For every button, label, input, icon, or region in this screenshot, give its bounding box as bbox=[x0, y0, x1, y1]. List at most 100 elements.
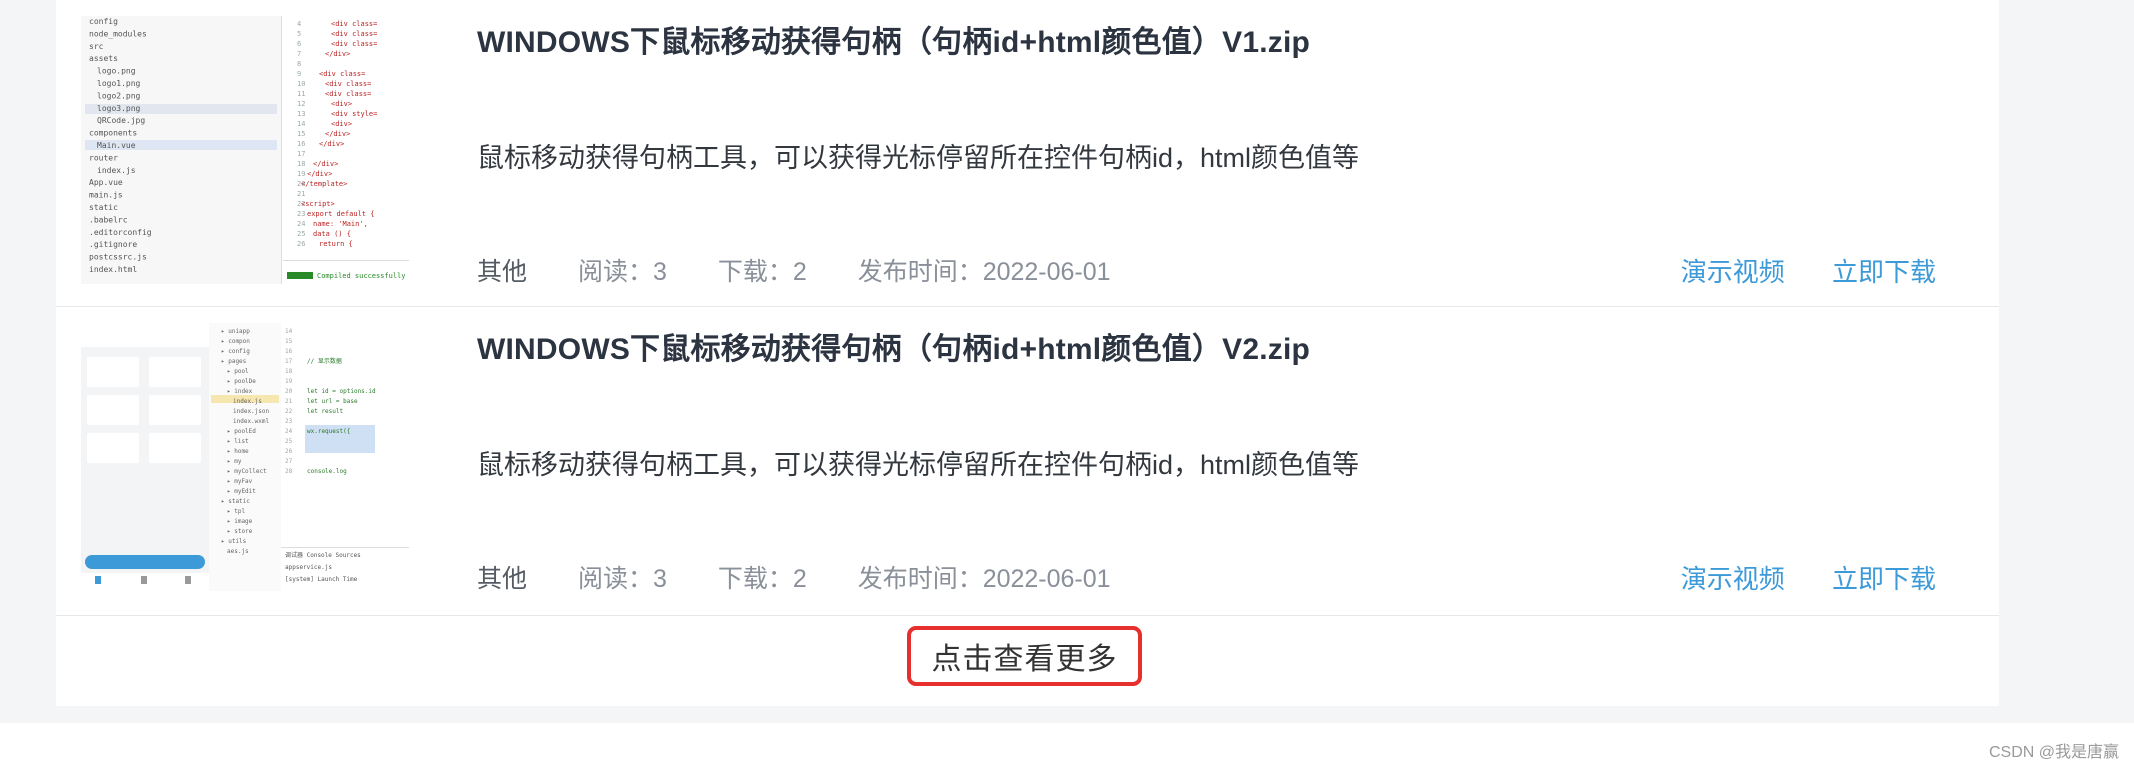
category-label: 其他 bbox=[477, 258, 528, 286]
svg-text:调试器 Console Sources: 调试器 Console Sources bbox=[285, 551, 361, 559]
svg-text:5: 5 bbox=[297, 30, 301, 38]
file-tree-entry: postcssrc.js bbox=[89, 253, 147, 262]
svg-text:11: 11 bbox=[297, 90, 305, 98]
svg-text:data () {: data () { bbox=[313, 230, 351, 238]
svg-text:▸ uniapp: ▸ uniapp bbox=[221, 328, 250, 335]
page-footer: CSDN @我是唐赢 bbox=[0, 723, 2134, 766]
file-tree-entry: logo3.png bbox=[97, 104, 141, 113]
resource-title[interactable]: WINDOWS下鼠标移动获得句柄（句柄id+html颜色值）V1.zip bbox=[477, 17, 1310, 61]
svg-text:return {: return { bbox=[319, 240, 353, 248]
file-tree-entry: static bbox=[89, 203, 118, 212]
svg-text:▸ tpl: ▸ tpl bbox=[227, 508, 245, 515]
svg-text:name: 'Main',: name: 'Main', bbox=[313, 220, 368, 228]
resource-meta: 其他 阅读：3 下载：2 发布时间：2022-06-01 bbox=[477, 252, 1155, 288]
svg-text:▸ myCollect: ▸ myCollect bbox=[227, 468, 267, 475]
resource-title[interactable]: WINDOWS下鼠标移动获得句柄（句柄id+html颜色值）V2.zip bbox=[477, 324, 1310, 368]
download-count: 下载：2 bbox=[717, 565, 807, 593]
svg-text:aes.js: aes.js bbox=[227, 548, 249, 555]
svg-text:</div>: </div> bbox=[307, 170, 332, 178]
demo-video-link[interactable]: 演示视频 bbox=[1681, 564, 1785, 594]
svg-text:15: 15 bbox=[285, 338, 293, 345]
svg-text:▸ my: ▸ my bbox=[227, 458, 242, 465]
svg-text:15: 15 bbox=[297, 130, 305, 138]
svg-text:18: 18 bbox=[285, 368, 293, 375]
file-tree-entry: QRCode.jpg bbox=[97, 116, 145, 125]
download-count: 下载：2 bbox=[717, 258, 807, 286]
publish-date: 发布时间：2022-06-01 bbox=[857, 258, 1111, 286]
svg-text:8: 8 bbox=[297, 60, 301, 68]
svg-text:13: 13 bbox=[297, 110, 305, 118]
load-more-button[interactable]: 点击查看更多 bbox=[907, 626, 1142, 686]
svg-text:23: 23 bbox=[285, 418, 293, 425]
svg-text:let result: let result bbox=[307, 408, 344, 415]
svg-text:21: 21 bbox=[285, 398, 293, 405]
svg-text:▸ pages: ▸ pages bbox=[221, 358, 247, 365]
svg-text:▸ poolDe: ▸ poolDe bbox=[227, 378, 256, 385]
svg-text:▸ static: ▸ static bbox=[221, 498, 250, 505]
svg-text:6: 6 bbox=[297, 40, 301, 48]
file-tree-entry: logo2.png bbox=[97, 91, 141, 100]
resource-description: 鼠标移动获得句柄工具，可以获得光标停留所在控件句柄id，html颜色值等 bbox=[477, 450, 1360, 480]
svg-text:7: 7 bbox=[297, 50, 301, 58]
read-count: 阅读：3 bbox=[577, 565, 667, 593]
file-tree-entry: components bbox=[89, 129, 137, 138]
svg-text:Compiled successfully: Compiled successfully bbox=[317, 272, 406, 280]
svg-text:▸ utils: ▸ utils bbox=[221, 538, 247, 545]
svg-text:let url = base: let url = base bbox=[307, 398, 358, 405]
svg-text:16: 16 bbox=[297, 140, 305, 148]
svg-text:index.js: index.js bbox=[233, 398, 262, 405]
svg-text:19: 19 bbox=[297, 170, 305, 178]
svg-text:28: 28 bbox=[285, 468, 293, 475]
svg-text:25: 25 bbox=[285, 438, 293, 445]
resource-list-card: config node_modules src assets logo.png logo1… bbox=[56, 0, 1999, 706]
download-now-link[interactable]: 立即下载 bbox=[1832, 564, 1936, 594]
file-tree-entry: App.vue bbox=[89, 178, 123, 187]
svg-text:console.log: console.log bbox=[307, 468, 347, 475]
file-tree-entry: logo1.png bbox=[97, 79, 141, 88]
resource-description: 鼠标移动获得句柄工具，可以获得光标停留所在控件句柄id，html颜色值等 bbox=[477, 143, 1360, 173]
file-tree-entry: index.js bbox=[97, 166, 136, 175]
demo-video-link[interactable]: 演示视频 bbox=[1681, 257, 1785, 287]
svg-text:<div class=: <div class= bbox=[319, 70, 365, 78]
svg-text:<div class=: <div class= bbox=[331, 20, 377, 28]
svg-text:</div>: </div> bbox=[325, 50, 350, 58]
file-tree-entry: .babelrc bbox=[89, 215, 128, 224]
svg-text:<div class=: <div class= bbox=[325, 80, 371, 88]
read-count: 阅读：3 bbox=[577, 258, 667, 286]
svg-text:<div class=: <div class= bbox=[331, 40, 377, 48]
svg-text:4: 4 bbox=[297, 20, 301, 28]
svg-text:24: 24 bbox=[285, 428, 293, 435]
svg-text:wx.request({: wx.request({ bbox=[307, 428, 350, 435]
svg-text:<div class=: <div class= bbox=[331, 30, 377, 38]
file-tree-entry: logo.png bbox=[97, 67, 136, 76]
svg-text:18: 18 bbox=[297, 160, 305, 168]
list-item: ▸ uniapp ▸ compon ▸ config ▸ pages ▸ pool ▸… bbox=[56, 307, 1999, 616]
svg-text:20: 20 bbox=[285, 388, 293, 395]
resource-thumbnail[interactable]: config node_modules src assets logo.png logo1… bbox=[81, 16, 409, 284]
file-tree-entry: config bbox=[89, 17, 118, 26]
resource-thumbnail[interactable]: ▸ uniapp ▸ compon ▸ config ▸ pages ▸ pool ▸… bbox=[81, 323, 409, 591]
svg-text:<div style=: <div style= bbox=[331, 110, 377, 118]
svg-text:17: 17 bbox=[297, 150, 305, 158]
svg-text:export default {: export default { bbox=[307, 210, 374, 218]
file-tree-entry: Main.vue bbox=[97, 141, 136, 150]
svg-text:<div>: <div> bbox=[331, 120, 352, 128]
svg-text:▸ myFav: ▸ myFav bbox=[227, 478, 253, 485]
file-tree-entry: assets bbox=[89, 54, 118, 63]
svg-text:<div>: <div> bbox=[331, 100, 352, 108]
file-tree-entry: node_modules bbox=[89, 29, 147, 38]
svg-text:index.json: index.json bbox=[233, 408, 270, 415]
file-tree-entry: .editorconfig bbox=[89, 228, 152, 237]
svg-text:22: 22 bbox=[285, 408, 293, 415]
svg-text:26: 26 bbox=[297, 240, 305, 248]
item-actions: 演示视频 立即下载 bbox=[1641, 252, 1936, 289]
svg-text:19: 19 bbox=[285, 378, 293, 385]
svg-text:9: 9 bbox=[297, 70, 301, 78]
svg-text:▸ list: ▸ list bbox=[227, 438, 249, 445]
file-tree-entry: router bbox=[89, 153, 118, 162]
svg-text:▸ compon: ▸ compon bbox=[221, 338, 250, 345]
download-now-link[interactable]: 立即下载 bbox=[1832, 257, 1936, 287]
svg-text:<script>: <script> bbox=[301, 200, 335, 208]
csdn-watermark: CSDN @我是唐赢 bbox=[1988, 744, 2119, 761]
svg-text:12: 12 bbox=[297, 100, 305, 108]
